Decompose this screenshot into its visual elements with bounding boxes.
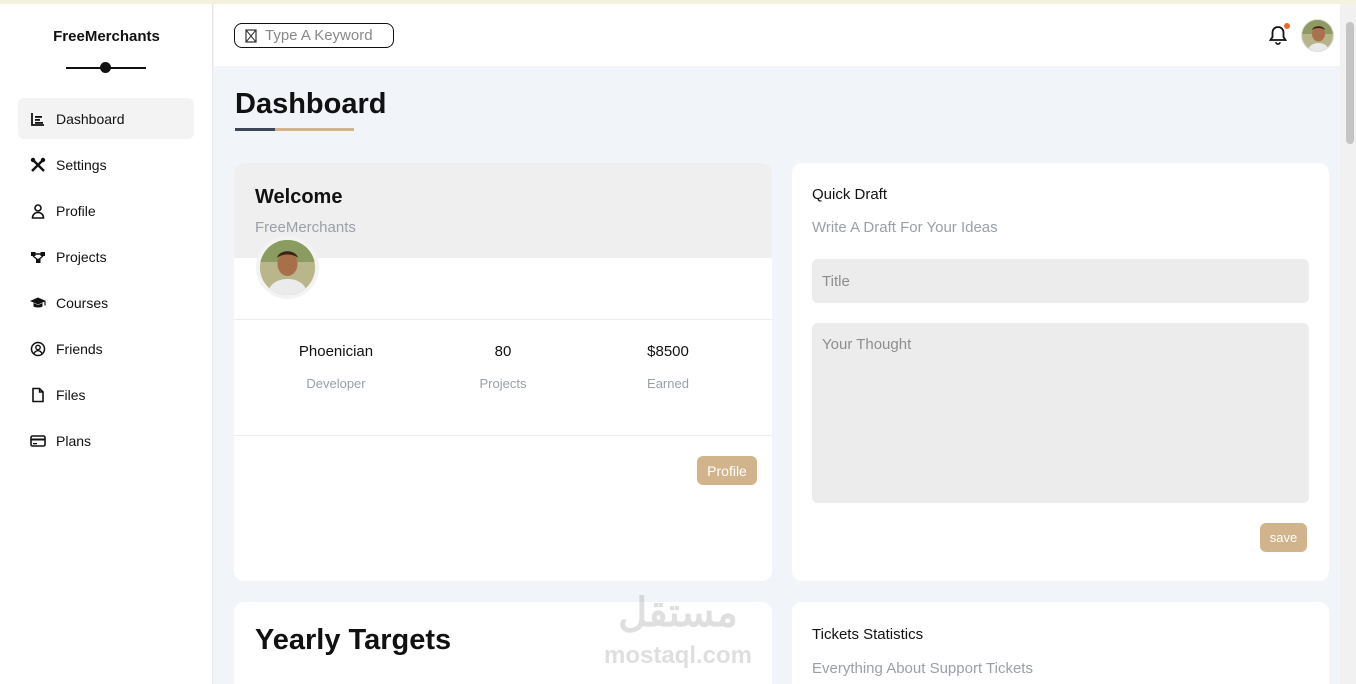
quick-draft-card: Quick Draft Write A Draft For Your Ideas… [792,163,1329,581]
welcome-card: Welcome FreeMerchants Phoenician Develop… [234,163,772,581]
search-input[interactable] [265,27,390,44]
welcome-title: Welcome [255,186,343,208]
sidebar-item-label: Plans [56,432,92,449]
profile-button[interactable]: Profile [697,456,757,485]
watermark: مستقل mostaql.com [592,590,764,672]
page-title: Dashboard [235,88,387,120]
stat-value: $8500 [647,343,689,360]
sidebar-item-files[interactable]: Files [18,374,194,415]
stat-value: Phoenician [298,343,374,360]
title-underline-dark [235,128,275,131]
sidebar-nav: Dashboard Settings Profile Projects Cour… [18,98,194,466]
sidebar-item-label: Dashboard [56,110,125,127]
targets-title: Yearly Targets [255,624,452,656]
tickets-statistics-card: Tickets Statistics Everything About Supp… [792,602,1329,684]
brand-decoration [66,62,146,73]
notification-badge [1283,22,1291,30]
stat-label: Developer [306,376,366,391]
stat-role: Phoenician Developer [256,343,416,391]
sidebar-item-projects[interactable]: Projects [18,236,194,277]
sidebar-item-label: Courses [56,294,109,311]
chart-icon [30,111,46,127]
stat-projects: 80 Projects [423,343,583,391]
sidebar: FreeMerchants Dashboard Settings Profile [0,4,213,684]
stat-label: Projects [479,376,527,391]
watermark-latin: mostaql.com [603,642,753,669]
title-underline-accent [275,128,354,131]
sidebar-item-label: Friends [56,340,103,357]
scrollbar-thumb[interactable] [1346,22,1354,144]
sidebar-item-settings[interactable]: Settings [18,144,194,185]
draft-subtitle: Write A Draft For Your Ideas [812,219,998,236]
welcome-subtitle: FreeMerchants [255,219,356,236]
divider [234,319,772,320]
graduation-cap-icon [30,295,46,311]
search-icon [245,28,257,43]
user-avatar[interactable] [1301,19,1334,52]
welcome-avatar [256,236,319,299]
sidebar-item-friends[interactable]: Friends [18,328,194,369]
user-circle-icon [30,341,46,357]
tickets-subtitle: Everything About Support Tickets [812,660,1033,677]
sidebar-item-profile[interactable]: Profile [18,190,194,231]
save-button[interactable]: save [1260,523,1307,552]
sidebar-item-dashboard[interactable]: Dashboard [18,98,194,139]
diagram-icon [30,249,46,265]
top-header [214,4,1340,66]
draft-title: Quick Draft [812,186,888,203]
sidebar-item-label: Projects [56,248,107,265]
stat-earned: $8500 Earned [588,343,748,391]
file-icon [30,387,46,403]
brand-name: FreeMerchants [53,28,160,45]
sidebar-item-label: Settings [56,156,107,173]
sidebar-item-plans[interactable]: Plans [18,420,194,461]
sidebar-item-label: Files [56,386,86,403]
watermark-arabic: مستقل [618,591,738,635]
stat-label: Earned [647,376,689,391]
tools-icon [30,157,46,173]
draft-title-input[interactable] [812,259,1309,303]
sidebar-item-courses[interactable]: Courses [18,282,194,323]
welcome-header: Welcome FreeMerchants [234,163,772,258]
stat-value: 80 [494,343,512,360]
search-box [234,23,394,48]
tickets-title: Tickets Statistics [812,626,924,643]
credit-card-icon [30,433,46,449]
draft-thought-textarea[interactable] [812,323,1309,503]
sidebar-item-label: Profile [56,202,96,219]
divider [234,435,772,436]
user-icon [30,203,46,219]
